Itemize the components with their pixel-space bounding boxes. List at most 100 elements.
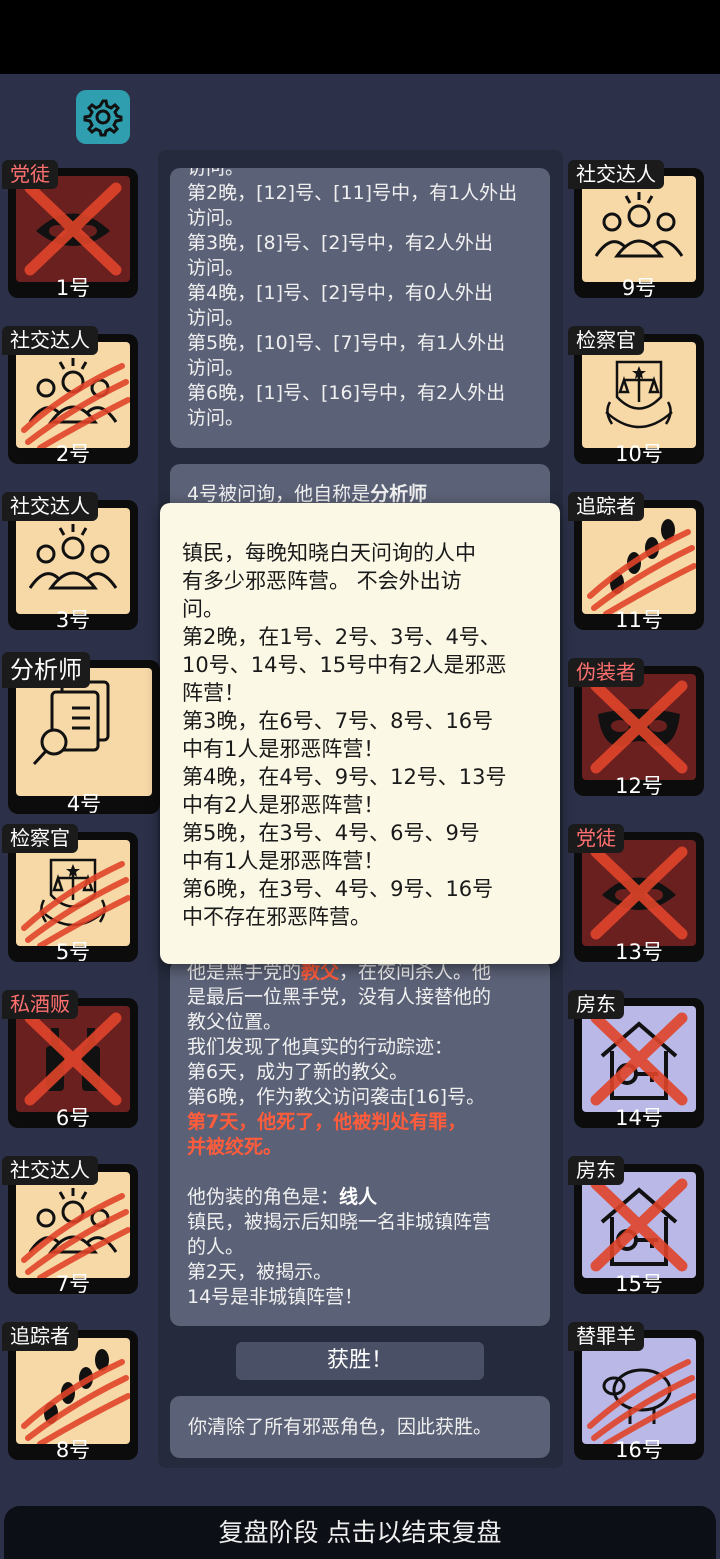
player-number: 14号 (615, 1106, 663, 1130)
mask-icon (582, 674, 696, 780)
visit-log-line: 第6晚，[1]号、[16]号中，有2人外出 (187, 382, 506, 404)
end-review-button[interactable]: 复盘阶段 点击以结束复盘 (4, 1506, 716, 1559)
visit-log-line: 访问。 (187, 168, 245, 179)
people-group-icon (16, 508, 130, 614)
player-card-16号[interactable]: 替罪羊 16号 (566, 1322, 704, 1462)
tooltip-line: 第3晚，在6号、7号、8号、16号 (182, 709, 494, 733)
eyes-mask-icon (16, 176, 130, 282)
player-number: 2号 (55, 442, 91, 466)
disguise-role: 线人 (339, 1186, 378, 1208)
player-number: 15号 (615, 1272, 663, 1296)
player-number: 3号 (55, 608, 91, 632)
bottles-icon (16, 1006, 130, 1112)
player-number: 12号 (615, 774, 663, 798)
role-label: 分析师 (2, 652, 90, 688)
visit-log-line: 访问。 (187, 407, 245, 429)
house-key-icon (582, 1006, 696, 1112)
disguise-label: 他伪装的角色是： (187, 1186, 340, 1208)
victory-button[interactable]: 获胜！ (236, 1342, 484, 1380)
tooltip-line: 第2晚，在1号、2号、3号、4号、 (182, 625, 501, 649)
player-number: 4号 (66, 792, 102, 816)
eyes-mask-icon (582, 840, 696, 946)
tooltip-line: 第6晚，在3号、4号、9号、16号 (182, 877, 494, 901)
role-label: 房东 (568, 1156, 624, 1185)
tooltip-line: 中不存在邪恶阵营。 (182, 905, 371, 929)
player-card-9号[interactable]: 社交达人 9号 (566, 160, 704, 300)
player-card-5号[interactable]: 检察官 5号 (0, 824, 138, 964)
scales-emblem-icon (16, 840, 130, 946)
player-card-3号[interactable]: 社交达人 3号 (0, 492, 138, 632)
visit-log-line: 第2晚，[12]号、[11]号中，有1人外出 (187, 182, 518, 204)
tooltip-line: 阵营！ (182, 681, 245, 705)
player-number: 6号 (55, 1106, 91, 1130)
player-number: 8号 (55, 1438, 91, 1462)
player-card-10号[interactable]: 检察官 10号 (566, 326, 704, 466)
tooltip-line: 中有2人是邪恶阵营！ (182, 793, 385, 817)
player-card-15号[interactable]: 房东 15号 (566, 1156, 704, 1296)
disguise-line: 镇民，被揭示后知晓一名非城镇阵营 (187, 1211, 492, 1233)
player-number: 10号 (615, 442, 663, 466)
reveal-line: 第6晚，作为教父访问袭击[16]号。 (187, 1086, 486, 1108)
visit-log-panel: 访问。 第2晚，[12]号、[11]号中，有1人外出 访问。 第3晚，[8]号、[2]… (170, 168, 550, 448)
disguise-line: 14号是非城镇阵营！ (187, 1286, 364, 1308)
reveal-text: 他是黑手党的 (187, 961, 302, 983)
tooltip-line: 镇民，每晚知晓白天问询的人中 (182, 541, 476, 565)
role-tooltip[interactable]: 镇民，每晚知晓白天问询的人中 有多少邪恶阵营。 不会外出访 问。 第2晚，在1号、2号… (160, 503, 560, 964)
scales-emblem-icon (582, 342, 696, 448)
people-group-icon (16, 1172, 130, 1278)
visit-log-line: 第5晚，[10]号、[7]号中，有1人外出 (187, 332, 506, 354)
role-label: 社交达人 (2, 326, 98, 355)
disguise-line: 的人。 (187, 1236, 245, 1258)
victory-message: 你清除了所有邪恶角色，因此获胜。 (170, 1396, 550, 1458)
visit-log-line: 访问。 (187, 357, 245, 379)
tooltip-line: 第4晚，在4号、9号、12号、13号 (182, 765, 507, 789)
reveal-text: ，在夜间杀人。他 (339, 961, 492, 983)
role-label: 私酒贩 (2, 990, 78, 1019)
tooltip-line: 中有1人是邪恶阵营！ (182, 849, 385, 873)
sheep-icon (582, 1338, 696, 1444)
role-label: 替罪羊 (568, 1322, 644, 1351)
reveal-line: 第6天，成为了新的教父。 (187, 1061, 409, 1083)
player-number: 13号 (615, 940, 663, 964)
player-card-7号[interactable]: 社交达人 7号 (0, 1156, 138, 1296)
player-number: 9号 (621, 276, 657, 300)
settings-button[interactable] (76, 90, 130, 144)
role-label: 追踪者 (2, 1322, 78, 1351)
role-label: 党徒 (568, 824, 624, 853)
player-card-6号[interactable]: 私酒贩 6号 (0, 990, 138, 1130)
player-card-14号[interactable]: 房东 14号 (566, 990, 704, 1130)
role-label: 社交达人 (568, 160, 664, 189)
player-card-8号[interactable]: 追踪者 8号 (0, 1322, 138, 1462)
tooltip-line: 问。 (182, 597, 224, 621)
player-number: 5号 (55, 940, 91, 964)
reveal-line: 教父位置。 (187, 1011, 283, 1033)
player-number: 11号 (615, 608, 663, 632)
role-label: 检察官 (2, 824, 78, 853)
role-label: 房东 (568, 990, 624, 1019)
role-label: 伪装者 (568, 658, 644, 687)
player-number: 1号 (55, 276, 91, 300)
role-label: 党徒 (2, 160, 58, 189)
player-card-13号[interactable]: 党徒 13号 (566, 824, 704, 964)
visit-log-line: 访问。 (187, 307, 245, 329)
visit-log-line: 访问。 (187, 207, 245, 229)
player-card-1号[interactable]: 党徒 1号 (0, 160, 138, 300)
player-card-12号[interactable]: 伪装者 12号 (566, 658, 704, 798)
godfather-reveal-panel: 他是黑手党的教父，在夜间杀人。他 是最后一位黑手党，没有人接替他的 教父位置。 我们… (170, 960, 550, 1326)
role-label: 社交达人 (2, 1156, 98, 1185)
verdict-text: 并被绞死。 (187, 1136, 283, 1158)
status-bar (0, 0, 720, 74)
interrogation-text: 4号被问询，他自称是 (187, 483, 371, 505)
tooltip-line: 中有1人是邪恶阵营！ (182, 737, 385, 761)
visit-log-line: 第4晚，[1]号、[2]号中，有0人外出 (187, 282, 494, 304)
player-card-4号[interactable]: 分析师 4号 (0, 652, 160, 816)
role-label: 检察官 (568, 326, 644, 355)
player-card-2号[interactable]: 社交达人 2号 (0, 326, 138, 466)
reveal-line: 我们发现了他真实的行动踪迹： (187, 1036, 454, 1058)
house-key-icon (582, 1172, 696, 1278)
player-card-11号[interactable]: 追踪者 11号 (566, 492, 704, 632)
role-label: 追踪者 (568, 492, 644, 521)
footprints-icon (16, 1338, 130, 1444)
verdict-text: 第7天，他死了，他被判处有罪， (187, 1111, 467, 1133)
claimed-role: 分析师 (370, 483, 428, 505)
